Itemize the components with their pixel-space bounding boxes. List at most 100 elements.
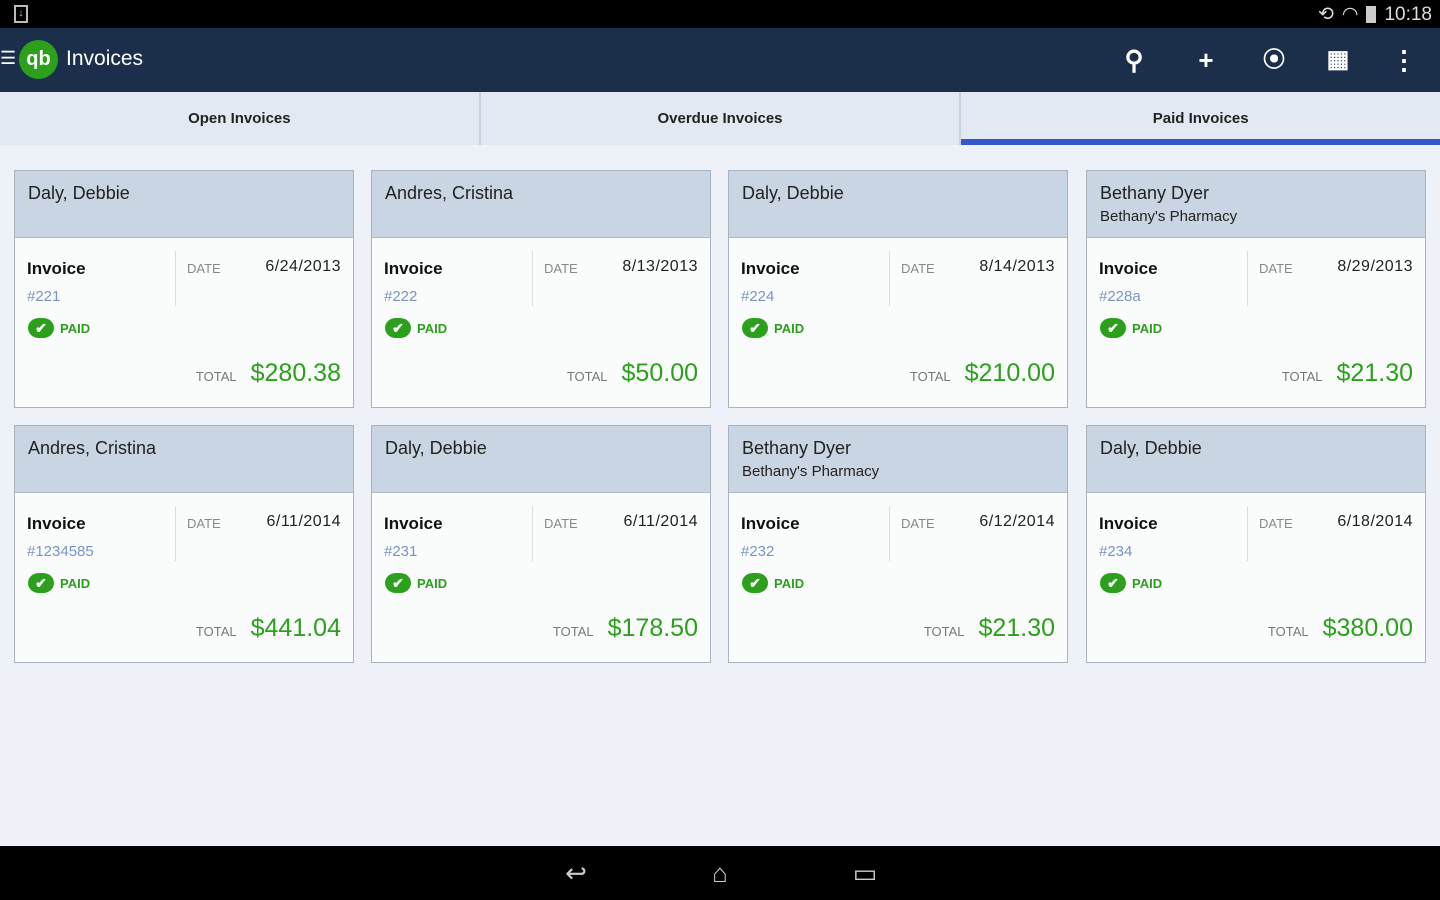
customer-name: Daly, Debbie [1100, 438, 1202, 458]
invoice-label: Invoice [741, 259, 800, 278]
paid-badge: ✔ PAID [742, 318, 804, 338]
divider [1247, 251, 1248, 306]
invoice-date: 6/11/2014 [623, 513, 698, 530]
date-label: DATE [187, 516, 221, 531]
check-icon: ✔ [742, 318, 768, 338]
card-header: Bethany Dyer Bethany's Pharmacy [1087, 171, 1425, 238]
total-label: TOTAL [195, 369, 237, 384]
app-bar: ☰ qb Invoices ⚲ + ⦿ ▦ ⋮ [0, 28, 1440, 92]
invoice-number: #234 [1099, 543, 1133, 560]
card-header: Andres, Cristina [15, 426, 353, 493]
total-label: TOTAL [552, 624, 594, 639]
divider [175, 506, 176, 561]
date-label: DATE [187, 261, 221, 276]
location-alert-icon[interactable]: ⦿ [1256, 42, 1292, 78]
back-icon[interactable]: ↩ [556, 859, 596, 887]
date-label: DATE [901, 261, 935, 276]
date-label: DATE [1259, 516, 1293, 531]
paid-badge: ✔ PAID [28, 573, 90, 593]
wifi-icon: ◠ [1341, 4, 1359, 25]
paid-badge: ✔ PAID [1100, 573, 1162, 593]
paid-badge: ✔ PAID [742, 573, 804, 593]
home-icon[interactable]: ⌂ [700, 859, 740, 887]
total: TOTAL $21.30 [924, 614, 1055, 643]
quickbooks-logo[interactable]: qb [19, 40, 58, 79]
grid-icon[interactable]: ▦ [1320, 42, 1356, 78]
invoice-label: Invoice [384, 259, 443, 278]
invoice-card[interactable]: Daly, Debbie Invoice #221 DATE 6/24/2013… [14, 170, 354, 408]
invoice-card[interactable]: Daly, Debbie Invoice #234 DATE 6/18/2014… [1086, 425, 1426, 663]
paid-label: PAID [417, 575, 448, 591]
total: TOTAL $50.00 [567, 359, 698, 388]
check-icon: ✔ [385, 573, 411, 593]
divider [175, 251, 176, 306]
invoice-date: 8/29/2013 [1337, 258, 1413, 275]
download-icon: ↓ [14, 5, 28, 23]
tab-overdue-invoices[interactable]: Overdue Invoices [481, 92, 962, 145]
customer-name: Andres, Cristina [385, 183, 514, 203]
total: TOTAL $441.04 [196, 614, 341, 643]
recent-apps-icon[interactable]: ▭ [845, 859, 885, 887]
paid-label: PAID [60, 320, 91, 336]
tab-open-invoices[interactable]: Open Invoices [0, 92, 481, 145]
invoice-card[interactable]: Bethany Dyer Bethany's Pharmacy Invoice … [728, 425, 1068, 663]
invoice-card[interactable]: Daly, Debbie Invoice #224 DATE 8/14/2013… [728, 170, 1068, 408]
card-header: Andres, Cristina [372, 171, 710, 238]
plus-icon[interactable]: + [1188, 42, 1224, 78]
company-name: Bethany's Pharmacy [742, 463, 880, 480]
invoice-card[interactable]: Andres, Cristina Invoice #1234585 DATE 6… [14, 425, 354, 663]
paid-badge: ✔ PAID [1100, 318, 1162, 338]
customer-name: Daly, Debbie [28, 183, 130, 203]
divider [532, 506, 533, 561]
check-icon: ✔ [28, 573, 54, 593]
divider [532, 251, 533, 306]
total-label: TOTAL [566, 369, 608, 384]
total: TOTAL $380.00 [1268, 614, 1413, 643]
clock: 10:18 [1384, 3, 1432, 25]
invoice-date: 8/14/2013 [979, 258, 1055, 275]
invoice-label: Invoice [1099, 259, 1158, 278]
invoice-number: #1234585 [27, 543, 94, 560]
check-icon: ✔ [385, 318, 411, 338]
paid-label: PAID [1132, 575, 1163, 591]
invoice-date: 6/12/2014 [979, 513, 1055, 530]
divider [889, 251, 890, 306]
total-label: TOTAL [195, 624, 237, 639]
customer-name: Andres, Cristina [28, 438, 157, 458]
invoice-date: 8/13/2013 [622, 258, 698, 275]
customer-name: Bethany Dyer [1100, 183, 1210, 203]
menu-icon[interactable]: ☰ [0, 49, 16, 67]
invoice-card[interactable]: Andres, Cristina Invoice #222 DATE 8/13/… [371, 170, 711, 408]
battery-icon [1366, 6, 1377, 23]
card-header: Daly, Debbie [729, 171, 1067, 238]
invoice-date: 6/24/2013 [265, 258, 341, 275]
total-amount: $21.30 [1336, 359, 1413, 387]
total-amount: $21.30 [978, 614, 1055, 642]
invoice-label: Invoice [741, 514, 800, 533]
paid-label: PAID [417, 320, 448, 336]
total: TOTAL $280.38 [196, 359, 341, 388]
invoice-card[interactable]: Bethany Dyer Bethany's Pharmacy Invoice … [1086, 170, 1426, 408]
customer-name: Daly, Debbie [742, 183, 844, 203]
card-header: Daly, Debbie [372, 426, 710, 493]
total: TOTAL $178.50 [553, 614, 698, 643]
check-icon: ✔ [1100, 573, 1126, 593]
check-icon: ✔ [742, 573, 768, 593]
invoice-date: 6/18/2014 [1337, 513, 1413, 530]
date-label: DATE [1259, 261, 1293, 276]
customer-name: Daly, Debbie [385, 438, 487, 458]
more-vert-icon[interactable]: ⋮ [1386, 42, 1422, 78]
invoice-label: Invoice [27, 259, 86, 278]
card-header: Bethany Dyer Bethany's Pharmacy [729, 426, 1067, 493]
search-icon[interactable]: ⚲ [1116, 42, 1152, 78]
invoice-card[interactable]: Daly, Debbie Invoice #231 DATE 6/11/2014… [371, 425, 711, 663]
invoice-number: #224 [741, 288, 775, 305]
company-name: Bethany's Pharmacy [1100, 208, 1238, 225]
tab-paid-invoices[interactable]: Paid Invoices [961, 92, 1440, 145]
total-amount: $280.38 [250, 359, 341, 387]
paid-label: PAID [1132, 320, 1163, 336]
total: TOTAL $210.00 [910, 359, 1055, 388]
total-amount: $380.00 [1322, 614, 1413, 642]
rotate-icon: ⟲ [1317, 4, 1334, 25]
invoice-label: Invoice [1099, 514, 1158, 533]
